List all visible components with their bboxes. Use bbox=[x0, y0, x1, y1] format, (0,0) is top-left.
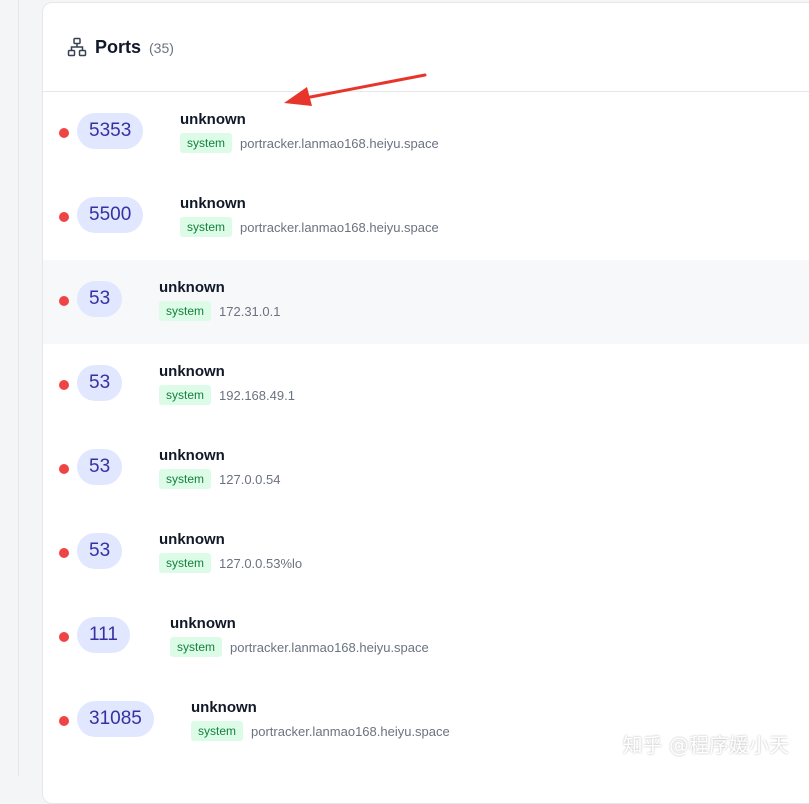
host-address: portracker.lanmao168.heiyu.space bbox=[240, 219, 439, 235]
meta-line: system 172.31.0.1 bbox=[159, 301, 280, 321]
port-row[interactable]: 53 unknown system 172.31.0.1 bbox=[43, 260, 809, 344]
service-name: unknown bbox=[180, 195, 246, 212]
meta-line: system 127.0.0.54 bbox=[159, 469, 280, 489]
port-number[interactable]: 5500 bbox=[77, 197, 144, 233]
meta-line: system portracker.lanmao168.heiyu.space bbox=[191, 721, 450, 741]
service-name: unknown bbox=[159, 531, 225, 548]
port-info: unknown system portracker.lanmao168.heiy… bbox=[180, 110, 439, 153]
meta-line: system 127.0.0.53%lo bbox=[159, 553, 302, 573]
port-number[interactable]: 53 bbox=[77, 365, 123, 401]
status-dot bbox=[59, 464, 69, 474]
port-count: (35) bbox=[149, 40, 174, 56]
source-tag: system bbox=[180, 217, 233, 237]
port-row[interactable]: 53 unknown system 192.168.49.1 bbox=[43, 344, 809, 428]
meta-line: system portracker.lanmao168.heiyu.space bbox=[180, 217, 439, 237]
port-info: unknown system 172.31.0.1 bbox=[159, 278, 280, 321]
meta-line: system 192.168.49.1 bbox=[159, 385, 295, 405]
port-row[interactable]: 111 unknown system portracker.lanmao168.… bbox=[43, 596, 809, 680]
source-tag: system bbox=[159, 301, 212, 321]
watermark: 知乎 @程序媛小天 bbox=[622, 733, 789, 757]
service-name: unknown bbox=[159, 363, 225, 380]
host-address: 127.0.0.54 bbox=[219, 471, 281, 487]
source-tag: system bbox=[170, 637, 223, 657]
ports-list: 5353 unknown system portracker.lanmao168… bbox=[43, 92, 809, 764]
source-tag: system bbox=[191, 721, 244, 741]
port-number[interactable]: 5353 bbox=[77, 113, 144, 149]
port-number[interactable]: 53 bbox=[77, 281, 123, 317]
panel-title: Ports bbox=[95, 36, 142, 57]
host-address: 172.31.0.1 bbox=[219, 303, 281, 319]
status-dot bbox=[59, 716, 69, 726]
status-dot bbox=[59, 380, 69, 390]
source-tag: system bbox=[180, 133, 233, 153]
status-dot bbox=[59, 212, 69, 222]
ports-card-header: Ports (35) bbox=[43, 3, 809, 92]
source-tag: system bbox=[159, 385, 212, 405]
port-number[interactable]: 53 bbox=[77, 449, 123, 485]
service-name: unknown bbox=[191, 699, 257, 716]
host-address: 127.0.0.53%lo bbox=[219, 555, 303, 571]
host-address: portracker.lanmao168.heiyu.space bbox=[230, 639, 429, 655]
service-name: unknown bbox=[180, 111, 246, 128]
port-number[interactable]: 31085 bbox=[77, 701, 154, 737]
port-info: unknown system 127.0.0.54 bbox=[159, 446, 280, 489]
status-dot bbox=[59, 128, 69, 138]
host-address: portracker.lanmao168.heiyu.space bbox=[240, 135, 439, 151]
host-address: 192.168.49.1 bbox=[219, 387, 295, 403]
meta-line: system portracker.lanmao168.heiyu.space bbox=[170, 637, 429, 657]
left-rail bbox=[0, 0, 19, 776]
port-number[interactable]: 111 bbox=[77, 617, 130, 653]
port-row[interactable]: 5500 unknown system portracker.lanmao168… bbox=[43, 176, 809, 260]
service-name: unknown bbox=[159, 447, 225, 464]
status-dot bbox=[59, 632, 69, 642]
meta-line: system portracker.lanmao168.heiyu.space bbox=[180, 133, 439, 153]
network-tree-icon bbox=[67, 37, 87, 57]
port-row[interactable]: 53 unknown system 127.0.0.53%lo bbox=[43, 512, 809, 596]
service-name: unknown bbox=[170, 615, 236, 632]
source-tag: system bbox=[159, 553, 212, 573]
port-number[interactable]: 53 bbox=[77, 533, 123, 569]
port-info: unknown system portracker.lanmao168.heiy… bbox=[170, 614, 429, 657]
port-row[interactable]: 5353 unknown system portracker.lanmao168… bbox=[43, 92, 809, 176]
source-tag: system bbox=[159, 469, 212, 489]
port-row[interactable]: 53 unknown system 127.0.0.54 bbox=[43, 428, 809, 512]
port-info: unknown system 192.168.49.1 bbox=[159, 362, 295, 405]
ports-card: Ports (35) 5353 unknown system portracke… bbox=[42, 2, 809, 804]
port-info: unknown system portracker.lanmao168.heiy… bbox=[191, 698, 450, 741]
host-address: portracker.lanmao168.heiyu.space bbox=[251, 723, 450, 739]
port-info: unknown system portracker.lanmao168.heiy… bbox=[180, 194, 439, 237]
status-dot bbox=[59, 548, 69, 558]
service-name: unknown bbox=[159, 279, 225, 296]
port-info: unknown system 127.0.0.53%lo bbox=[159, 530, 302, 573]
status-dot bbox=[59, 296, 69, 306]
